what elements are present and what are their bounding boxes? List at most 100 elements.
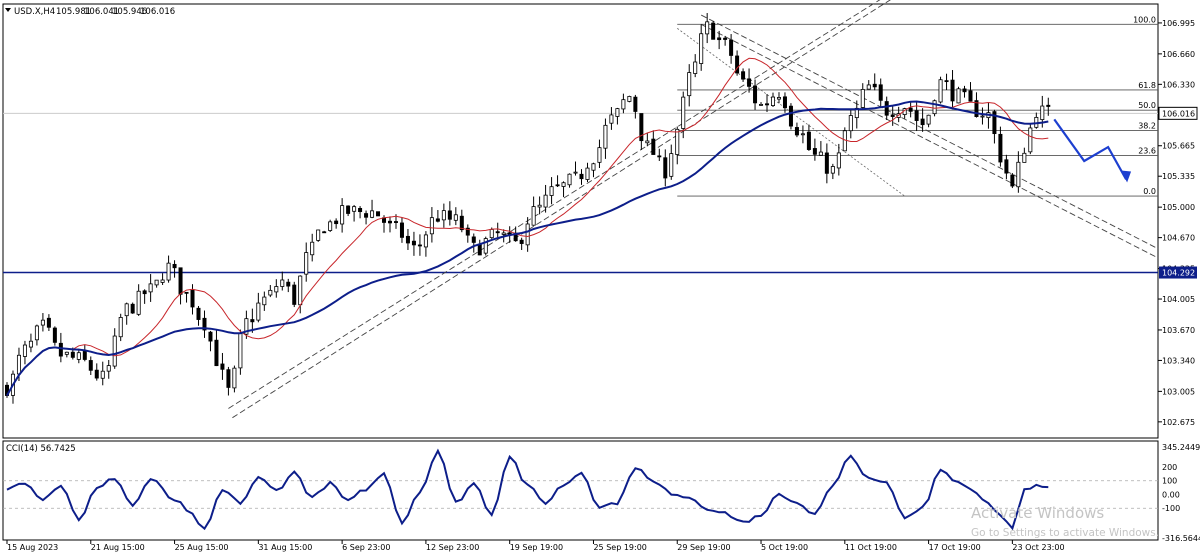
- candle-body-down: [411, 240, 416, 246]
- candle-body-down: [250, 319, 255, 323]
- candle-body-down: [824, 152, 829, 174]
- price-chart-svg[interactable]: 100.0 61.8 50.0 38.2 23.6 0.0 106.995 106.660 1…: [0, 0, 1200, 556]
- candle: [130, 302, 135, 314]
- candle-body-down: [657, 155, 662, 158]
- cci-tick-label: 345.2449: [1162, 443, 1200, 452]
- candle-body-down: [405, 235, 410, 244]
- candle-body-up: [926, 114, 931, 125]
- candle-body-up: [136, 290, 141, 315]
- candle-body-down: [872, 83, 877, 88]
- price-tick-label: 106.330: [1162, 80, 1195, 89]
- candle-body-up: [118, 317, 123, 338]
- candle-body-up: [274, 286, 279, 293]
- candle-body-up: [573, 171, 578, 174]
- cci-title: CCI(14) 56.7425: [6, 444, 76, 454]
- candle-body-down: [417, 244, 422, 247]
- candle-body-up: [603, 124, 608, 149]
- candle-body-up: [1016, 161, 1021, 188]
- current-price-label: 106.016: [1162, 109, 1195, 118]
- candle-body-up: [262, 296, 267, 306]
- candle-body-down: [765, 103, 770, 106]
- candle-body-up: [848, 115, 853, 132]
- candle-body-down: [58, 342, 63, 357]
- candle-body-up: [76, 352, 81, 360]
- cci-tick-label: 0.00: [1162, 490, 1180, 499]
- candle-body-up: [441, 210, 446, 221]
- candle-body-down: [914, 110, 919, 121]
- watermark-line2: Go to Settings to activate Windows.: [971, 527, 1159, 539]
- candle-body-down: [46, 317, 51, 328]
- candle-body-down: [968, 90, 973, 102]
- candle-body-down: [447, 210, 452, 220]
- candle-body-down: [884, 101, 889, 116]
- candle-body-down: [214, 339, 219, 367]
- candle-body-up: [645, 140, 650, 144]
- candle-body-up: [160, 279, 165, 283]
- candle: [292, 281, 297, 308]
- candle-body-down: [364, 213, 369, 218]
- fib-level-label: 61.8: [1138, 81, 1156, 90]
- candle-body-down: [717, 37, 722, 41]
- candle-body-up: [298, 275, 303, 306]
- candle-body-up: [549, 186, 554, 196]
- candle: [627, 95, 632, 103]
- candle-body-up: [166, 262, 171, 281]
- candle: [1010, 173, 1015, 189]
- candle-body-up: [531, 206, 536, 226]
- candle-body-up: [591, 163, 596, 171]
- candle-body-up: [776, 97, 781, 100]
- candle-body-down: [747, 78, 752, 87]
- price-tick-label: 105.665: [1162, 142, 1195, 151]
- candle-body-down: [208, 331, 213, 342]
- candle-body-up: [64, 351, 69, 355]
- candle-body-up: [836, 152, 841, 169]
- candle-body-up: [543, 194, 548, 208]
- cci-tick-label: -100: [1162, 504, 1180, 513]
- chart-root: 100.0 61.8 50.0 38.2 23.6 0.0 106.995 106.660 1…: [0, 0, 1200, 556]
- candle-body-up: [932, 100, 937, 115]
- candle-body-up: [154, 279, 159, 286]
- candle: [328, 219, 333, 233]
- price-tick-label: 106.660: [1162, 50, 1195, 59]
- candle-body-down: [130, 303, 135, 314]
- candle-body-up: [28, 340, 33, 348]
- candle-body-up: [830, 166, 835, 174]
- candle-body-up: [148, 283, 153, 293]
- candle-body-down: [998, 133, 1003, 163]
- candle-body-down: [142, 290, 147, 295]
- candle-body-up: [842, 130, 847, 152]
- candle-body-down: [52, 327, 57, 343]
- candle-body-down: [220, 363, 225, 370]
- candle-body-down: [387, 220, 392, 224]
- cci-tick-label: -316.5644: [1162, 534, 1200, 543]
- candle: [376, 211, 381, 217]
- fib-level-label: 38.2: [1138, 121, 1156, 130]
- candle: [711, 20, 716, 40]
- price-tick-label: 104.670: [1162, 234, 1195, 243]
- candle-body-up: [980, 115, 985, 118]
- candle-body-up: [693, 61, 698, 74]
- candle: [938, 76, 943, 104]
- candle-body-down: [782, 96, 787, 109]
- candle-body-up: [537, 204, 542, 208]
- candle-body-up: [621, 99, 626, 110]
- candle-body-up: [687, 72, 692, 97]
- candle-body-up: [860, 89, 865, 108]
- candle-body-down: [393, 221, 398, 223]
- watermark-line1: Activate Windows: [971, 504, 1104, 522]
- candle-body-down: [711, 22, 716, 40]
- candle-body-down: [950, 79, 955, 102]
- time-tick-label: 11 Oct 19:00: [845, 543, 897, 552]
- candle-body-down: [477, 243, 482, 256]
- candle-body-down: [88, 360, 93, 371]
- candle-body-down: [435, 218, 440, 222]
- candle-body-up: [597, 147, 602, 163]
- candle-body-up: [956, 88, 961, 104]
- candle-body-up: [525, 223, 530, 246]
- candle-body-down: [495, 231, 500, 234]
- candle-body-down: [794, 127, 799, 136]
- candle-body-down: [741, 71, 746, 80]
- fib-level-label: 100.0: [1133, 15, 1156, 24]
- candle-body-up: [370, 210, 375, 218]
- time-tick-label: 23 Oct 23:00: [1012, 543, 1064, 552]
